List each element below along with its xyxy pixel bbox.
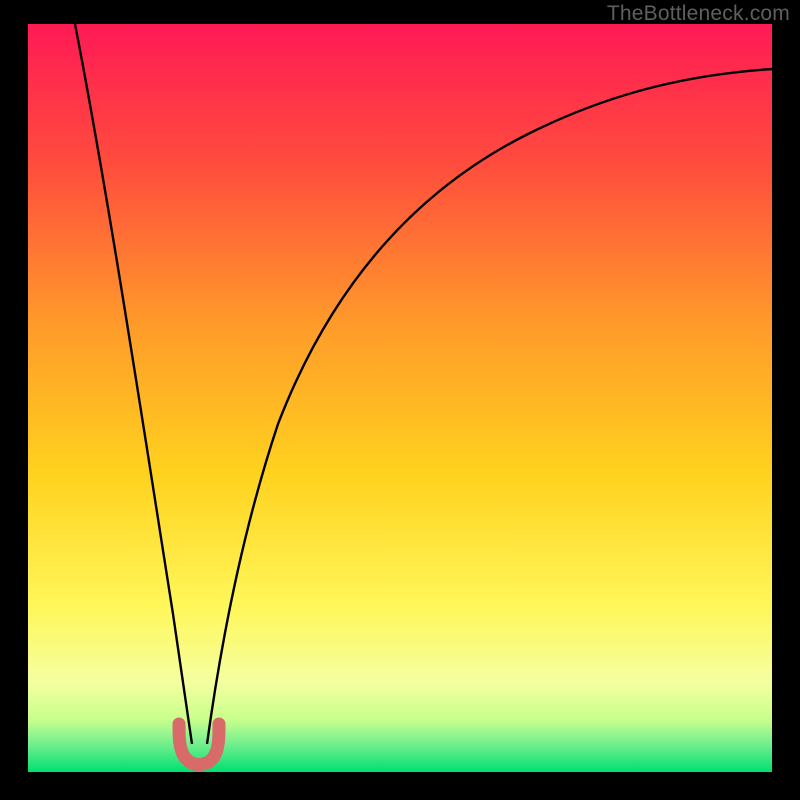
chart-frame bbox=[28, 24, 772, 772]
watermark-text: TheBottleneck.com bbox=[607, 2, 790, 26]
bottleneck-chart bbox=[28, 24, 772, 772]
